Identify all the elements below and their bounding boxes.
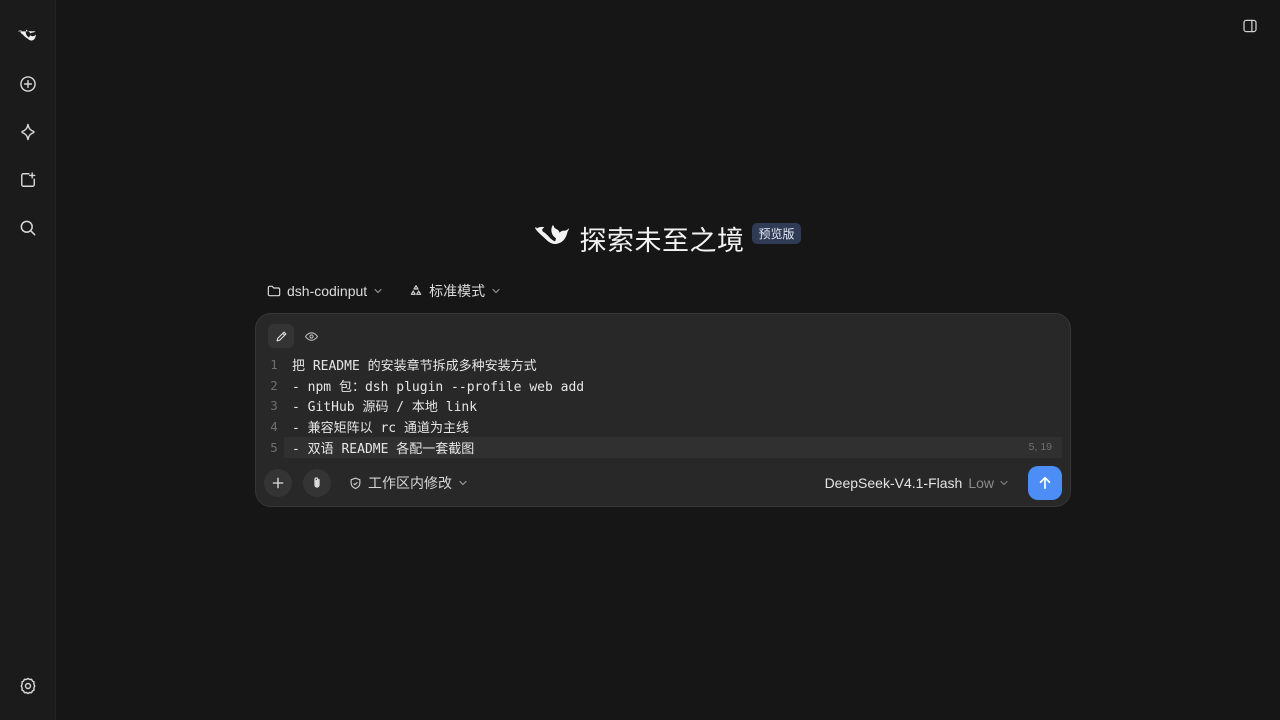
hero: 探索未至之境 预览版 bbox=[0, 218, 1280, 258]
chevron-down-icon bbox=[1000, 480, 1008, 486]
new-chat-icon[interactable] bbox=[12, 68, 44, 100]
line-number: 5 bbox=[264, 437, 284, 458]
settings-gear-icon[interactable] bbox=[12, 670, 44, 702]
model-name: DeepSeek-V4.1-Flash bbox=[824, 475, 963, 491]
line-text: - npm 包：dsh plugin --profile web add bbox=[292, 379, 585, 395]
prompt-editor[interactable]: 1 把 README 的安装章节拆成多种安装方式 2 - npm 包：dsh p… bbox=[264, 354, 1062, 458]
recycle-mode-icon bbox=[410, 285, 422, 295]
explore-icon[interactable] bbox=[12, 116, 44, 148]
deepseek-logo-icon[interactable] bbox=[12, 20, 44, 52]
preview-badge: 预览版 bbox=[752, 222, 801, 244]
mode-selector[interactable]: 标准模式 bbox=[408, 281, 502, 301]
line-text: - 兼容矩阵以 rc 通道为主线 bbox=[292, 421, 469, 437]
attach-paperclip-icon[interactable] bbox=[303, 469, 331, 497]
composer: 1 把 README 的安装章节拆成多种安装方式 2 - npm 包：dsh p… bbox=[255, 313, 1071, 507]
chevron-down-icon bbox=[374, 288, 382, 294]
scope-label: 工作区内修改 bbox=[368, 475, 452, 491]
add-plus-icon[interactable] bbox=[264, 469, 292, 497]
line-text: - 双语 README 各配一套截图 bbox=[292, 441, 475, 457]
model-selector[interactable]: DeepSeek-V4.1-Flash Low bbox=[825, 475, 1010, 491]
chevron-down-icon bbox=[459, 480, 467, 486]
mode-label: 标准模式 bbox=[429, 283, 486, 299]
project-selector[interactable]: dsh-codinput bbox=[266, 283, 384, 299]
toggle-panel-icon[interactable] bbox=[1236, 12, 1264, 40]
editor-line: 3 - GitHub 源码 / 本地 link bbox=[264, 396, 1062, 417]
shield-edit-icon bbox=[350, 477, 361, 489]
editor-line: 2 - npm 包：dsh plugin --profile web add bbox=[264, 375, 1062, 396]
preview-eye-icon[interactable] bbox=[298, 324, 324, 348]
hero-title: 探索未至之境 bbox=[579, 225, 745, 257]
model-effort: Low bbox=[968, 475, 994, 491]
editor-line-current: 5 - 双语 README 各配一套截图 5, 19 bbox=[264, 437, 1062, 458]
editor-mode-tabs bbox=[268, 324, 324, 348]
workspace-scope-selector[interactable]: 工作区内修改 bbox=[348, 473, 469, 493]
edit-pencil-icon[interactable] bbox=[268, 324, 294, 348]
line-text: 把 README 的安装章节拆成多种安装方式 bbox=[292, 358, 537, 374]
composer-context-bar: dsh-codinput 标准模式 bbox=[266, 280, 502, 302]
editor-line: 1 把 README 的安装章节拆成多种安装方式 bbox=[264, 354, 1062, 375]
line-number: 4 bbox=[270, 419, 278, 435]
line-text: - GitHub 源码 / 本地 link bbox=[292, 400, 478, 416]
line-number: 2 bbox=[270, 377, 278, 393]
editor-line: 4 - 兼容矩阵以 rc 通道为主线 bbox=[264, 416, 1062, 437]
send-arrow-icon[interactable] bbox=[1028, 466, 1062, 500]
composer-bottom-bar: 工作区内修改 DeepSeek-V4.1-Flash Low bbox=[264, 466, 1062, 500]
line-number: 1 bbox=[270, 356, 278, 372]
deepseek-whale-logo-icon bbox=[535, 225, 571, 251]
chevron-down-icon bbox=[492, 288, 500, 294]
new-file-icon[interactable] bbox=[12, 164, 44, 196]
line-number: 3 bbox=[270, 398, 278, 414]
project-name: dsh-codinput bbox=[287, 283, 368, 299]
sidebar bbox=[0, 0, 56, 720]
cursor-position: 5, 19 bbox=[1028, 441, 1052, 454]
folder-icon bbox=[267, 285, 281, 297]
